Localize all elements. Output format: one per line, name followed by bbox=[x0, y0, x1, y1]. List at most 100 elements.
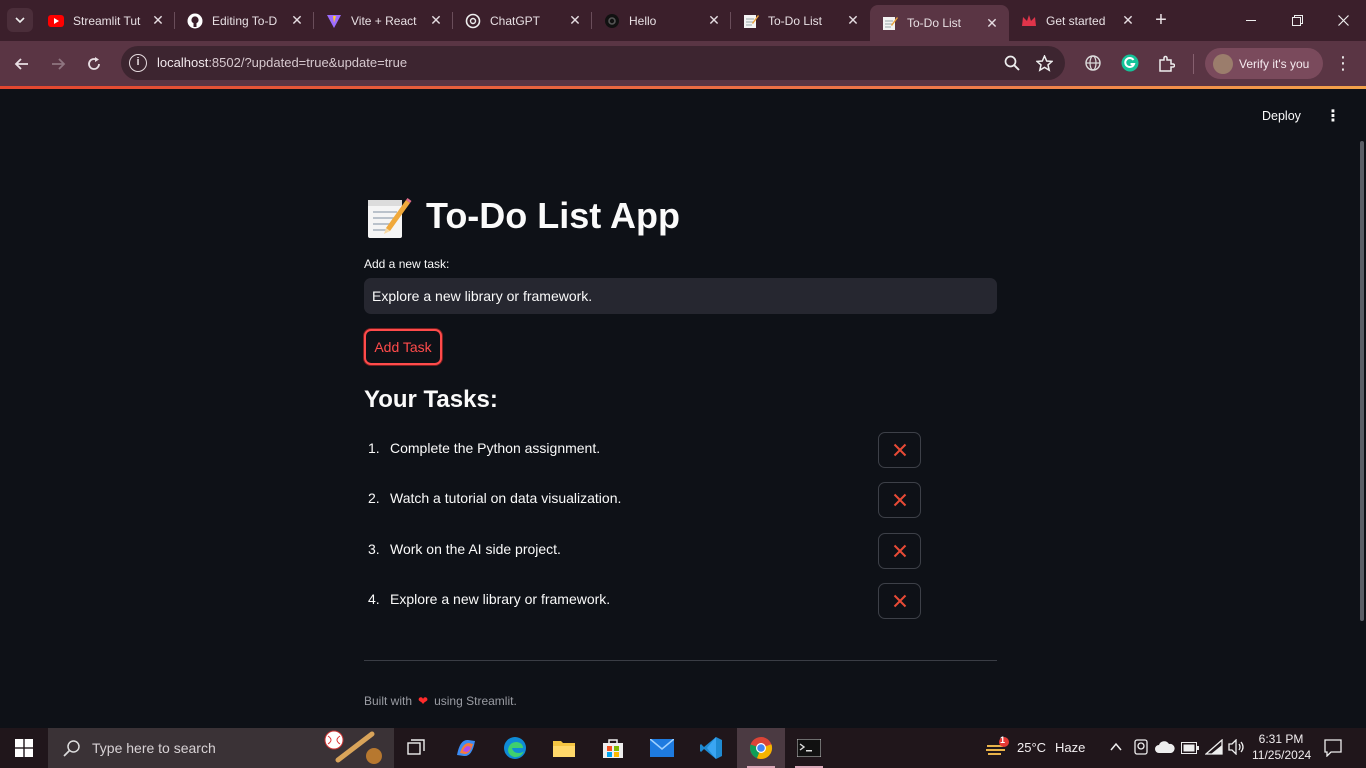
terminal-icon bbox=[797, 739, 821, 757]
profile-verify-button[interactable]: Verify it's you bbox=[1205, 48, 1323, 79]
clock-date: 11/25/2024 bbox=[1252, 748, 1312, 762]
close-tab-icon[interactable]: ✕ bbox=[427, 12, 445, 30]
store-icon bbox=[603, 739, 623, 758]
close-icon bbox=[1337, 15, 1349, 26]
browser-tab-7-active[interactable]: To-Do List ✕ bbox=[870, 5, 1009, 41]
footer-suffix: using Streamlit. bbox=[434, 694, 517, 708]
tab-title: Vite + React bbox=[351, 13, 417, 28]
page-title: To-Do List App bbox=[426, 195, 680, 236]
tab-title: Editing To-D bbox=[212, 13, 278, 28]
close-tab-icon[interactable]: ✕ bbox=[1119, 12, 1137, 30]
camera-icon[interactable] bbox=[1134, 739, 1148, 760]
notification-icon[interactable] bbox=[1324, 739, 1342, 762]
browser-tab-6[interactable]: To-Do List ✕ bbox=[731, 0, 870, 41]
tab-title: To-Do List bbox=[768, 13, 823, 28]
scrollbar[interactable] bbox=[1360, 141, 1364, 621]
browser-tab-2[interactable]: Editing To-D ✕ bbox=[175, 0, 314, 41]
task-list-item: 3. Work on the AI side project. bbox=[364, 533, 924, 573]
new-task-input[interactable] bbox=[364, 278, 997, 314]
mail-icon bbox=[650, 739, 674, 757]
vite-icon bbox=[326, 13, 342, 29]
new-tab-button[interactable]: + bbox=[1150, 9, 1172, 31]
close-tab-icon[interactable]: ✕ bbox=[983, 14, 1001, 32]
browser-tab-8[interactable]: Get started ✕ bbox=[1009, 0, 1145, 41]
onedrive-icon[interactable] bbox=[1155, 740, 1175, 759]
restore-button[interactable] bbox=[1274, 0, 1320, 41]
search-highlight-icon bbox=[324, 730, 382, 764]
file-explorer-button[interactable] bbox=[540, 728, 588, 768]
edge-button[interactable] bbox=[491, 728, 539, 768]
chrome-button[interactable] bbox=[737, 728, 785, 768]
grammarly-icon[interactable] bbox=[1120, 53, 1140, 73]
terminal-button[interactable] bbox=[785, 728, 833, 768]
mail-button[interactable] bbox=[638, 728, 686, 768]
weather-icon[interactable]: 1 bbox=[985, 735, 1009, 760]
reload-button[interactable] bbox=[80, 50, 108, 78]
weather-desc[interactable]: Haze bbox=[1055, 740, 1085, 755]
reload-icon bbox=[88, 57, 100, 70]
delete-task-button[interactable] bbox=[878, 432, 921, 468]
copilot-button[interactable] bbox=[442, 728, 490, 768]
volume-icon[interactable] bbox=[1228, 738, 1246, 760]
browser-tab-3[interactable]: Vite + React ✕ bbox=[314, 0, 453, 41]
site-info-icon[interactable]: i bbox=[129, 54, 147, 72]
browser-tab-1[interactable]: Streamlit Tut ✕ bbox=[36, 0, 175, 41]
vscode-button[interactable] bbox=[687, 728, 735, 768]
address-bar[interactable]: i localhost:8502/?updated=true&update=tr… bbox=[121, 46, 1065, 80]
system-clock[interactable]: 6:31 PM 11/25/2024 bbox=[1252, 731, 1312, 763]
deploy-button[interactable]: Deploy bbox=[1262, 109, 1301, 123]
show-hidden-icons-icon[interactable] bbox=[1109, 740, 1123, 759]
close-icon bbox=[893, 493, 906, 507]
close-tab-icon[interactable]: ✕ bbox=[844, 12, 862, 30]
url-path: :8502/?updated=true&update=true bbox=[208, 55, 408, 70]
close-icon bbox=[893, 544, 906, 558]
tab-search-button[interactable] bbox=[7, 8, 33, 32]
wifi-icon[interactable] bbox=[1204, 738, 1223, 760]
folder-icon bbox=[553, 741, 575, 757]
minimize-icon bbox=[1246, 19, 1256, 21]
tab-title: Hello bbox=[629, 13, 657, 28]
chatgpt-icon bbox=[465, 13, 481, 29]
task-text: Work on the AI side project. bbox=[390, 541, 561, 557]
task-view-button[interactable] bbox=[393, 728, 441, 768]
browser-tab-5[interactable]: Hello ✕ bbox=[592, 0, 731, 41]
add-task-button[interactable]: Add Task bbox=[364, 329, 442, 365]
task-view-icon bbox=[407, 739, 425, 755]
task-list-item: 2. Watch a tutorial on data visualizatio… bbox=[364, 482, 924, 522]
close-tab-icon[interactable]: ✕ bbox=[288, 12, 306, 30]
close-tab-icon[interactable]: ✕ bbox=[705, 12, 723, 30]
close-tab-icon[interactable]: ✕ bbox=[149, 12, 167, 30]
globe-extension-icon[interactable] bbox=[1083, 53, 1103, 73]
main-menu-icon[interactable]: ⋮ bbox=[1325, 107, 1341, 127]
arrow-right-icon bbox=[52, 58, 66, 70]
extensions-puzzle-icon[interactable] bbox=[1156, 53, 1176, 73]
taskbar-search[interactable]: Type here to search bbox=[48, 728, 394, 768]
store-button[interactable] bbox=[589, 728, 637, 768]
battery-icon[interactable] bbox=[1181, 741, 1199, 759]
crown-icon bbox=[1021, 13, 1037, 29]
delete-task-button[interactable] bbox=[878, 583, 921, 619]
close-window-button[interactable] bbox=[1320, 0, 1366, 41]
forward-button[interactable] bbox=[44, 50, 72, 78]
page-title-row: To-Do List App bbox=[364, 192, 680, 240]
close-tab-icon[interactable]: ✕ bbox=[566, 12, 584, 30]
memo-icon bbox=[743, 13, 759, 29]
restore-icon bbox=[1291, 15, 1303, 26]
zoom-icon[interactable] bbox=[1002, 53, 1022, 73]
browser-menu-icon[interactable]: ⋮ bbox=[1334, 53, 1352, 73]
task-input-label: Add a new task: bbox=[364, 257, 450, 271]
bookmark-star-icon[interactable] bbox=[1034, 53, 1054, 73]
streamlit-app: Deploy ⋮ To-Do List App Add a new task: … bbox=[0, 89, 1366, 728]
minimize-button[interactable] bbox=[1228, 0, 1274, 41]
vscode-icon bbox=[700, 737, 722, 759]
windows-logo-icon bbox=[15, 739, 33, 757]
delete-task-button[interactable] bbox=[878, 482, 921, 518]
browser-tab-4[interactable]: ChatGPT ✕ bbox=[453, 0, 592, 41]
back-button[interactable] bbox=[8, 50, 36, 78]
tab-title: To-Do List bbox=[907, 16, 962, 30]
delete-task-button[interactable] bbox=[878, 533, 921, 569]
weather-temp[interactable]: 25°C bbox=[1017, 740, 1046, 755]
weather-badge: 1 bbox=[1000, 735, 1006, 745]
start-button[interactable] bbox=[0, 728, 48, 768]
browser-toolbar: i localhost:8502/?updated=true&update=tr… bbox=[0, 41, 1366, 86]
